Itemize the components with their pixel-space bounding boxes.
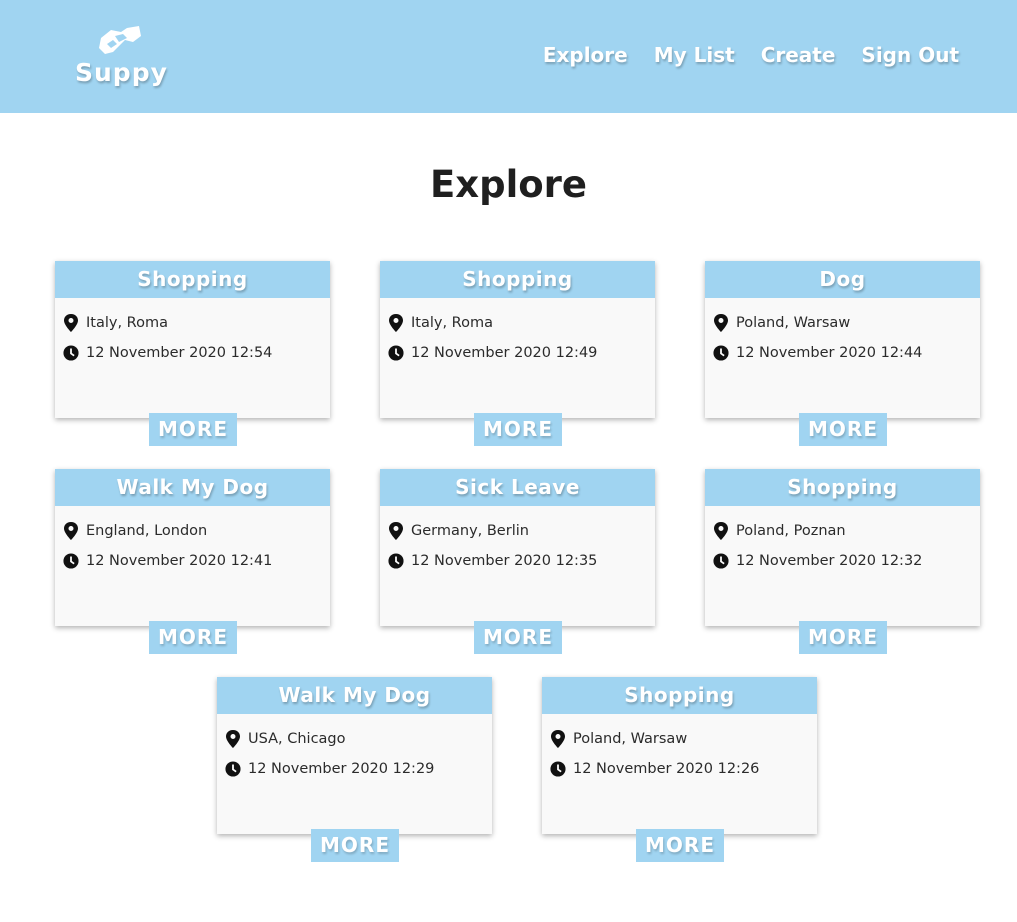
map-pin-icon (389, 314, 403, 332)
more-button[interactable]: MORE (474, 413, 562, 446)
card-location: Poland, Warsaw (736, 315, 851, 331)
clock-icon (63, 553, 79, 569)
card-datetime: 12 November 2020 12:54 (86, 345, 273, 361)
card-location: Poland, Warsaw (573, 731, 688, 747)
card-location: USA, Chicago (248, 731, 346, 747)
map-pin-icon (714, 314, 728, 332)
card-location: England, London (86, 523, 208, 539)
card-title: Shopping (55, 261, 330, 298)
nav-create[interactable]: Create (761, 43, 836, 67)
more-button[interactable]: MORE (149, 621, 237, 654)
map-pin-icon (64, 314, 78, 332)
request-card: Walk My Dog England, London 12 November … (55, 469, 330, 654)
more-button[interactable]: MORE (799, 413, 887, 446)
card-datetime: 12 November 2020 12:26 (573, 761, 760, 777)
request-card: Shopping Poland, Warsaw 12 November 2020… (542, 677, 817, 862)
map-pin-icon (226, 730, 240, 748)
card-datetime: 12 November 2020 12:41 (86, 553, 273, 569)
map-pin-icon (551, 730, 565, 748)
more-button[interactable]: MORE (636, 829, 724, 862)
request-card: Sick Leave Germany, Berlin 12 November 2… (380, 469, 655, 654)
main-nav: Explore My List Create Sign Out (543, 43, 959, 67)
brand-logo[interactable]: Suppy (75, 22, 175, 92)
card-datetime: 12 November 2020 12:32 (736, 553, 923, 569)
card-title: Shopping (542, 677, 817, 714)
card-datetime: 12 November 2020 12:35 (411, 553, 598, 569)
clock-icon (713, 553, 729, 569)
clock-icon (550, 761, 566, 777)
card-title: Shopping (705, 469, 980, 506)
card-title: Walk My Dog (217, 677, 492, 714)
request-card: Walk My Dog USA, Chicago 12 November 202… (217, 677, 492, 862)
handshake-icon (99, 26, 141, 54)
brand-name: Suppy (75, 58, 168, 87)
request-card: Shopping Italy, Roma 12 November 2020 12… (380, 261, 655, 446)
card-title: Dog (705, 261, 980, 298)
card-title: Shopping (380, 261, 655, 298)
clock-icon (388, 345, 404, 361)
clock-icon (63, 345, 79, 361)
page-title: Explore (429, 163, 588, 206)
card-location: Poland, Poznan (736, 523, 846, 539)
card-location: Germany, Berlin (411, 523, 529, 539)
clock-icon (388, 553, 404, 569)
request-card: Dog Poland, Warsaw 12 November 2020 12:4… (705, 261, 980, 446)
more-button[interactable]: MORE (474, 621, 562, 654)
card-datetime: 12 November 2020 12:44 (736, 345, 923, 361)
top-header: Suppy Explore My List Create Sign Out (0, 0, 1017, 113)
nav-my-list[interactable]: My List (654, 43, 735, 67)
request-card: Shopping Italy, Roma 12 November 2020 12… (55, 261, 330, 446)
card-location: Italy, Roma (411, 315, 493, 331)
more-button[interactable]: MORE (149, 413, 237, 446)
nav-explore[interactable]: Explore (543, 43, 628, 67)
request-card: Shopping Poland, Poznan 12 November 2020… (705, 469, 980, 654)
map-pin-icon (64, 522, 78, 540)
card-datetime: 12 November 2020 12:29 (248, 761, 435, 777)
more-button[interactable]: MORE (799, 621, 887, 654)
card-datetime: 12 November 2020 12:49 (411, 345, 598, 361)
card-title: Walk My Dog (55, 469, 330, 506)
card-title: Sick Leave (380, 469, 655, 506)
card-location: Italy, Roma (86, 315, 168, 331)
clock-icon (713, 345, 729, 361)
nav-sign-out[interactable]: Sign Out (861, 43, 959, 67)
more-button[interactable]: MORE (311, 829, 399, 862)
map-pin-icon (389, 522, 403, 540)
clock-icon (225, 761, 241, 777)
map-pin-icon (714, 522, 728, 540)
